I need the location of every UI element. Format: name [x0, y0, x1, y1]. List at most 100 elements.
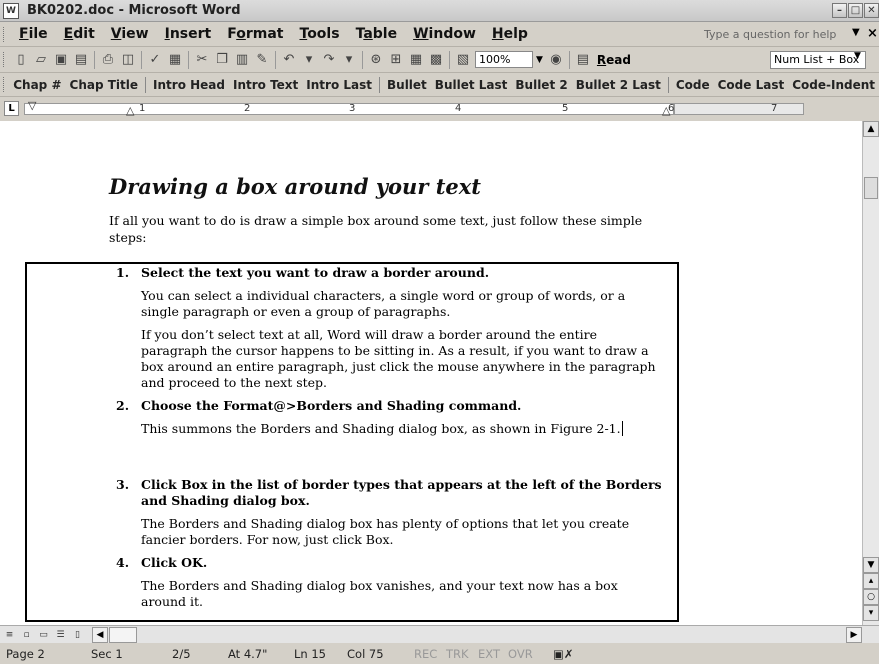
- document-close-button[interactable]: ×: [867, 26, 878, 41]
- styles-toolbar: Chap # Chap Title Intro Head Intro Text Intr…: [0, 73, 879, 97]
- select-browse-object-button[interactable]: ○: [863, 589, 879, 605]
- step-paragraph: The Borders and Shading dialog box has p…: [141, 516, 666, 548]
- menu-item[interactable]: Tools: [291, 26, 347, 42]
- style-button[interactable]: Intro Head: [149, 78, 229, 92]
- help-icon[interactable]: ◉: [547, 51, 565, 69]
- normal-view-icon[interactable]: ≡: [3, 628, 16, 641]
- open-icon[interactable]: ▱: [32, 51, 50, 69]
- style-button[interactable]: Chap #: [9, 78, 65, 92]
- hyperlink-icon[interactable]: ⊛: [367, 51, 385, 69]
- cut-icon[interactable]: ✂: [193, 51, 211, 69]
- ruler-margin-area[interactable]: [674, 103, 804, 115]
- style-button[interactable]: Intro Text: [229, 78, 302, 92]
- step-heading-text: Click OK.: [141, 555, 208, 570]
- toolbar-grip[interactable]: [3, 52, 6, 67]
- print-preview-icon[interactable]: ◫: [119, 51, 137, 69]
- help-dropdown-arrow-icon[interactable]: ▼: [852, 27, 860, 38]
- style-button[interactable]: Bullet Last: [431, 78, 512, 92]
- style-button[interactable]: Code Last: [714, 78, 789, 92]
- status-ext[interactable]: EXT: [478, 647, 500, 661]
- toolbar-grip[interactable]: [3, 26, 6, 42]
- toolbar-grip[interactable]: [3, 77, 5, 92]
- document-map-icon[interactable]: ▧: [454, 51, 472, 69]
- outline-view-icon[interactable]: ☰: [54, 628, 67, 641]
- save-icon[interactable]: ▣: [52, 51, 70, 69]
- paste-icon[interactable]: ▥: [233, 51, 251, 69]
- status-trk[interactable]: TRK: [446, 647, 469, 661]
- spelling-icon[interactable]: ✓: [146, 51, 164, 69]
- style-button[interactable]: Bullet 2: [511, 78, 571, 92]
- style-button[interactable]: Code-Indent: [788, 78, 879, 92]
- style-separator: [667, 76, 669, 93]
- left-indent-marker-icon[interactable]: △: [126, 104, 134, 117]
- menu-item[interactable]: Table: [348, 26, 406, 42]
- style-select[interactable]: Num List + Box: [770, 51, 866, 69]
- style-button[interactable]: Intro Last: [302, 78, 376, 92]
- excel-icon[interactable]: ▩: [427, 51, 445, 69]
- menu-item-accelerator: H: [491, 26, 504, 42]
- horizontal-scroll-thumb[interactable]: [109, 627, 137, 643]
- format-painter-icon[interactable]: ✎: [253, 51, 271, 69]
- minimize-button[interactable]: –: [832, 3, 847, 18]
- vertical-scrollbar[interactable]: ▲ ▼ ▴ ○ ▾: [862, 121, 879, 625]
- maximize-button[interactable]: □: [848, 3, 863, 18]
- research-icon[interactable]: ▦: [166, 51, 184, 69]
- reading-layout-view-icon[interactable]: ▯: [71, 628, 84, 641]
- vertical-scroll-thumb[interactable]: [864, 177, 878, 199]
- spelling-status-icon[interactable]: ▣✗: [553, 647, 574, 661]
- read-button[interactable]: Read: [597, 53, 631, 67]
- step-heading-text: Choose the Format@>Borders and Shading c…: [141, 398, 522, 413]
- menu-item[interactable]: Format: [219, 26, 291, 42]
- status-rec[interactable]: REC: [414, 647, 437, 661]
- style-button[interactable]: Bullet: [383, 78, 431, 92]
- tables-borders-icon[interactable]: ⊞: [387, 51, 405, 69]
- first-line-indent-marker-icon[interactable]: ▽: [28, 99, 36, 112]
- undo-dropdown-icon[interactable]: ▾: [300, 51, 318, 69]
- style-dropdown-arrow-icon[interactable]: ▼: [854, 51, 861, 61]
- style-button[interactable]: Chap Title: [66, 78, 143, 92]
- menu-item[interactable]: Help: [484, 26, 536, 42]
- menu-item[interactable]: View: [103, 26, 157, 42]
- new-icon[interactable]: ▯: [12, 51, 30, 69]
- scroll-right-button[interactable]: ▶: [846, 627, 862, 643]
- style-separator: [145, 76, 147, 93]
- redo-icon[interactable]: ↷: [320, 51, 338, 69]
- standard-toolbar: ▯ ▱ ▣ ▤ ⎙ ◫ ✓ ▦ ✂ ❐ ▥ ✎ ↶ ▾ ↷ ▾ ⊛ ⊞ ▦ ▩ …: [0, 47, 879, 73]
- zoom-select[interactable]: 100%: [475, 51, 533, 68]
- title-bar: W BK0202.doc - Microsoft Word – □ ✕: [0, 0, 879, 22]
- scroll-down-button[interactable]: ▼: [863, 557, 879, 573]
- zoom-dropdown-arrow-icon[interactable]: ▼: [536, 55, 543, 65]
- menu-item[interactable]: Edit: [56, 26, 103, 42]
- previous-page-button[interactable]: ▴: [863, 573, 879, 589]
- menu-item[interactable]: Insert: [157, 26, 220, 42]
- menu-item-accelerator: F: [19, 26, 29, 42]
- copy-icon[interactable]: ❐: [213, 51, 231, 69]
- menu-item[interactable]: File: [11, 26, 56, 42]
- right-indent-marker-icon[interactable]: △: [662, 104, 670, 117]
- menu-item[interactable]: Window: [405, 26, 484, 42]
- menu-item-label: elp: [503, 26, 528, 42]
- tab-selector-button[interactable]: L: [4, 101, 19, 116]
- permission-icon[interactable]: ▤: [72, 51, 90, 69]
- style-button[interactable]: Code: [672, 78, 714, 92]
- scroll-left-button[interactable]: ◀: [92, 627, 108, 643]
- print-icon[interactable]: ⎙: [99, 51, 117, 69]
- horizontal-ruler[interactable]: L 1 2 3 4 5 6 7 ▽ △ △: [0, 97, 862, 121]
- read-icon[interactable]: ▤: [574, 51, 592, 69]
- insert-table-icon[interactable]: ▦: [407, 51, 425, 69]
- toolbar-separator: [568, 50, 570, 69]
- step-paragraph: If you don’t select text at all, Word wi…: [141, 327, 666, 391]
- print-layout-view-icon[interactable]: ▭: [37, 628, 50, 641]
- next-page-button[interactable]: ▾: [863, 605, 879, 621]
- web-layout-view-icon[interactable]: ▫: [20, 628, 33, 641]
- help-search-input[interactable]: Type a question for help: [700, 26, 862, 43]
- redo-dropdown-icon[interactable]: ▾: [340, 51, 358, 69]
- document-page[interactable]: Drawing a box around your text If all yo…: [0, 121, 862, 625]
- undo-icon[interactable]: ↶: [280, 51, 298, 69]
- scroll-up-button[interactable]: ▲: [863, 121, 879, 137]
- style-button[interactable]: Bullet 2 Last: [572, 78, 665, 92]
- status-ovr[interactable]: OVR: [508, 647, 533, 661]
- ruler-number: 3: [349, 103, 356, 114]
- word-app-icon[interactable]: W: [3, 2, 19, 19]
- close-button[interactable]: ✕: [864, 3, 879, 18]
